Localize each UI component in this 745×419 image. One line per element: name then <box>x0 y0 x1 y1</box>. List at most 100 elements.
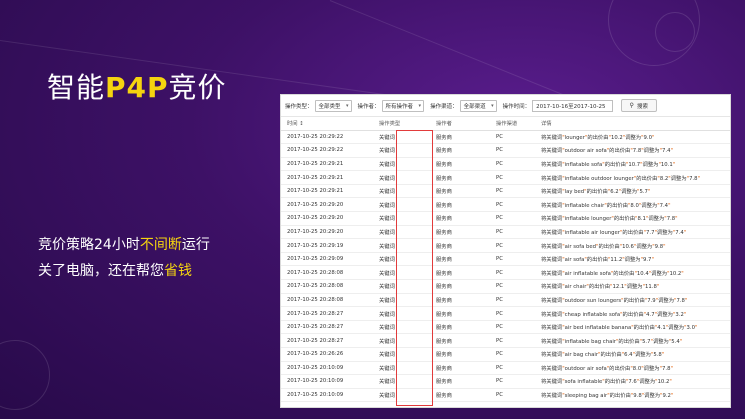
detail-value: 12.1 <box>612 284 625 291</box>
table-row: 2017-10-25 20:29:09 关键词 服务商 PC 将关键词 " air sofa… <box>281 252 730 267</box>
detail-value: air sofa <box>564 257 585 264</box>
operator-filter-select[interactable]: 所有操作者 ▾ <box>381 99 425 112</box>
cell-time: 2017-10-25 20:29:21 <box>281 184 373 199</box>
cell-detail: 将关键词"inflatable sofa"的出价由"10.7"调整为"10.1" <box>535 157 730 172</box>
cell-detail: 将关键词"air bed inflatable banana"的出价由"4.1"… <box>535 320 730 335</box>
cell-time: 2017-10-25 20:28:27 <box>281 320 373 335</box>
detail-value: 9.8 <box>654 243 664 250</box>
detail-text: 调整为 <box>639 379 656 386</box>
search-icon: ⚲ <box>629 102 634 109</box>
cell-time: 2017-10-25 20:29:20 <box>281 197 373 213</box>
detail-value: outdoor air sofa <box>564 365 607 372</box>
cell-type: 关键词 <box>373 333 430 348</box>
detail-text: 的出价由 <box>609 365 631 372</box>
detail-value: 7.9 <box>647 297 656 304</box>
detail-text: 调整为 <box>644 393 661 400</box>
detail-value: 5.7 <box>642 338 651 345</box>
type-filter-label: 操作类型： <box>285 103 313 110</box>
detail-value: 6.2 <box>610 189 619 196</box>
cell-time: 2017-10-25 20:29:21 <box>281 157 373 172</box>
decor-circle <box>655 12 695 52</box>
cell-channel: PC <box>490 184 535 199</box>
detail-text: 调整为 <box>670 175 687 182</box>
line1-text-end: 运行 <box>181 237 210 253</box>
chevron-down-icon: ▾ <box>491 102 494 109</box>
detail-text: 将关键词 <box>541 325 563 332</box>
detail-text: 将关键词 <box>541 161 563 168</box>
detail-text: 将关键词 <box>541 257 563 264</box>
detail-text: 将关键词 <box>541 311 563 318</box>
decor-circle <box>0 340 50 410</box>
cell-type: 关键词 <box>373 184 430 199</box>
detail-text: 的出价由 <box>609 148 631 155</box>
cell-operator: 服务商 <box>430 320 490 335</box>
cell-time: 2017-10-25 20:29:22 <box>281 143 373 158</box>
detail-quote: " <box>670 393 674 400</box>
detail-value: outdoor air sofa <box>564 148 607 155</box>
detail-text: 的出价由 <box>633 325 655 332</box>
detail-quote: " <box>651 257 654 264</box>
body-line-1: 竞价策略24小时不间断运行 <box>38 232 210 258</box>
cell-operator: 服务商 <box>430 238 490 253</box>
detail-text: 的出价由 <box>609 393 631 400</box>
detail-text: 调整为 <box>656 229 673 236</box>
detail-value: 10.1 <box>660 161 673 168</box>
detail-quote: " <box>669 379 672 386</box>
header-time[interactable]: 时间 ↕ <box>281 117 373 131</box>
detail-text: 调整为 <box>624 257 641 264</box>
table-row: 2017-10-25 20:29:21 关键词 服务商 PC 将关键词 " inflatab… <box>281 170 730 185</box>
cell-detail: 将关键词"outdoor air sofa"的出价由"8.0"调整为"7.8" <box>535 361 730 376</box>
detail-value: lay bed <box>564 189 585 196</box>
detail-quote: " <box>679 338 683 345</box>
cell-time: 2017-10-25 20:29:22 <box>281 130 373 145</box>
detail-text: 调整为 <box>651 270 668 277</box>
cell-time: 2017-10-25 20:10:09 <box>281 374 373 389</box>
table-row: 2017-10-25 20:29:20 关键词 服务商 PC 将关键词 " inflatab… <box>281 225 730 240</box>
cell-operator: 服务商 <box>430 306 490 321</box>
cell-detail: 将关键词"air chair"的出价由"12.1"调整为"11.8" <box>535 279 730 294</box>
cell-operator: 服务商 <box>430 157 490 172</box>
channel-filter-select[interactable]: 全部渠道 ▾ <box>459 99 497 112</box>
detail-text: 调整为 <box>625 134 642 141</box>
cell-detail: 将关键词"sofa inflatable"的出价由"7.6"调整为"10.2" <box>535 374 730 389</box>
cell-time: 2017-10-25 20:10:09 <box>281 388 373 403</box>
detail-value: 5.7 <box>639 189 648 196</box>
cell-operator: 服务商 <box>430 143 490 158</box>
detail-text: 的出价由 <box>622 229 644 236</box>
detail-value: 7.4 <box>675 229 684 236</box>
cell-channel: PC <box>490 265 535 281</box>
cell-type: 关键词 <box>373 252 430 267</box>
header-channel: 操作渠道 <box>490 117 535 131</box>
detail-value: 9.0 <box>643 134 652 141</box>
cell-operator: 服务商 <box>430 211 490 226</box>
line2-text: 关了电脑，还在帮您 <box>38 263 164 279</box>
operator-filter-value: 所有操作者 <box>385 103 414 110</box>
detail-text: 的出价由 <box>613 270 635 277</box>
type-filter-select[interactable]: 全部类型 ▾ <box>314 99 352 112</box>
detail-value: 7.8 <box>666 216 676 223</box>
cell-type: 关键词 <box>373 157 430 172</box>
detail-quote: " <box>683 229 687 236</box>
cell-time: 2017-10-25 20:29:19 <box>281 238 373 253</box>
cell-detail: 将关键词"air sofa"的出价由"11.2"调整为"9.7" <box>535 252 730 267</box>
detail-text: 的出价由 <box>604 161 626 168</box>
detail-quote: " <box>675 216 678 223</box>
cell-type: 关键词 <box>373 265 430 281</box>
date-range-input[interactable]: 2017-10-16至2017-10-25 <box>532 99 613 112</box>
detail-value: 9.2 <box>662 393 671 400</box>
detail-text: 将关键词 <box>541 297 563 304</box>
cell-channel: PC <box>490 320 535 335</box>
detail-text: 将关键词 <box>541 284 563 291</box>
detail-text: 调整为 <box>621 189 638 196</box>
cell-detail: 将关键词"outdoor air sofa"的出价由"7.8"调整为"7.4" <box>535 143 730 158</box>
detail-value: 8.1 <box>637 216 646 223</box>
cell-detail: 将关键词"lounger"的出价由"10.2"调整为"9.0" <box>535 130 730 145</box>
cell-type: 关键词 <box>373 143 430 158</box>
cell-operator: 服务商 <box>430 388 490 403</box>
detail-quote: " <box>670 148 673 155</box>
header-type: 操作类型 <box>373 117 430 131</box>
detail-value: 4.7 <box>646 311 655 318</box>
table-row: 2017-10-25 20:28:08 关键词 服务商 PC 将关键词 " air infl… <box>281 265 730 281</box>
cell-detail: 将关键词"lay bed"的出价由"6.2"调整为"5.7" <box>535 184 730 199</box>
search-button[interactable]: ⚲ 搜索 <box>620 99 657 112</box>
